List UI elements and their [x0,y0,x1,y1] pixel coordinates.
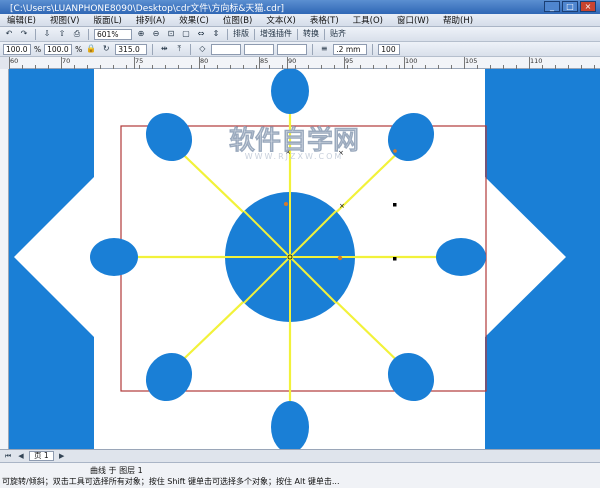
line-style-select[interactable] [244,43,275,55]
outline-width-field[interactable]: .2 mm [333,43,368,55]
ruler-label: 60 [10,57,19,65]
handle [393,257,397,261]
node-edit-icon[interactable]: ◇ [196,43,208,55]
menu-arrange[interactable]: 排列(A) [129,14,172,26]
undo-icon[interactable]: ↶ [3,28,15,40]
maximize-button[interactable]: □ [562,1,578,12]
ruler-label: 105 [465,57,478,65]
print-icon[interactable]: ⎙ [71,28,83,40]
ruler-label: 110 [530,57,543,65]
rotation-angle-field[interactable]: 315.0 [115,43,148,55]
window-title: [C:\Users\LUANPHONE8090\Desktop\cdr文件\方向… [10,4,285,14]
prev-page-icon[interactable]: ◀ [16,451,26,461]
toolbar-separator [324,28,325,40]
menu-tools[interactable]: 工具(O) [346,14,390,26]
handle [393,203,397,207]
menu-layout[interactable]: 版面(L) [86,14,128,26]
page-navigator: ⏮ ◀ 页 1 ▶ [0,449,600,462]
toolbar-separator [152,43,154,55]
typeset-button[interactable]: 排版 [233,28,249,40]
handle [337,255,343,261]
scale-width-field[interactable]: 100.0 [3,43,31,55]
ruler-label: 80 [200,57,209,65]
scale-pct-label: % [34,44,42,54]
ruler-label: 100 [405,57,418,65]
menu-bar: 编辑(E) 视图(V) 版面(L) 排列(A) 效果(C) 位图(B) 文本(X… [0,14,600,27]
zoom-page-icon[interactable]: ▢ [180,28,192,40]
first-page-icon[interactable]: ⏮ [3,451,13,461]
mirror-h-icon[interactable]: ⇹ [158,43,170,55]
end-arrow-select[interactable] [277,43,308,55]
ellipse-e [436,238,486,276]
outline-width-icon: ≡ [320,44,328,53]
mirror-v-icon[interactable]: ⤒ [173,43,185,55]
start-arrow-select[interactable] [211,43,242,55]
vertical-ruler [0,69,9,449]
watermark: 软件自学网 WWW.RJZXW.COM [229,125,360,161]
toolbar-separator [35,28,36,40]
toolbar-separator [254,28,255,40]
inner-rays [225,192,355,322]
standard-toolbar: ↶ ↷ ⇩ ⇧ ⎙ 601% ⊕ ⊖ ⊡ ▢ ⇔ ⇕ 排版 增强插件 转换 贴齐 [0,27,600,42]
export-icon[interactable]: ⇧ [56,28,68,40]
property-bar: 100.0 % 100.0 % 🔒 ↻ 315.0 ⇹ ⤒ ◇ ≡ .2 mm … [0,42,600,57]
ruler-label: 95 [345,57,354,65]
toolbar-separator [88,28,89,40]
handle: × [339,202,345,210]
ruler-label: 75 [135,57,144,65]
status-hint: 可旋转/倾斜；双击工具可选择所有对象；按住 Shift 键单击可选择多个对象；按… [2,477,340,486]
status-bar: 曲线 于 图层 1 可旋转/倾斜；双击工具可选择所有对象；按住 Shift 键单… [0,462,600,488]
menu-window[interactable]: 窗口(W) [390,14,436,26]
zoom-fit-icon[interactable]: ⊡ [165,28,177,40]
status-object-info: 曲线 于 图层 1 [90,466,143,475]
zoom-height-icon[interactable]: ⇕ [210,28,222,40]
toolbar-separator [227,28,228,40]
zoom-width-icon[interactable]: ⇔ [195,28,207,40]
ruler-label: 70 [62,57,71,65]
ellipse-w [90,238,138,276]
toolbar-separator [190,43,192,55]
rotate-icon: ↻ [102,44,110,53]
window-controls: _ □ × [544,1,596,12]
zoom-in-icon[interactable]: ⊕ [135,28,147,40]
toolbar-separator [312,43,314,55]
zoom-out-icon[interactable]: ⊖ [150,28,162,40]
drawing-canvas[interactable]: × × × 软件自学网 WWW.RJZXW.COM [9,69,600,449]
title-bar: [C:\Users\LUANPHONE8090\Desktop\cdr文件\方向… [0,0,600,14]
artwork: × × × 软件自学网 WWW.RJZXW.COM [14,69,566,449]
enhance-plugin-button[interactable]: 增强插件 [260,28,292,40]
ruler-label: 90 [288,57,297,65]
menu-table[interactable]: 表格(T) [303,14,346,26]
minimize-button[interactable]: _ [544,1,560,12]
handle [284,202,288,206]
ruler-corner [0,57,9,69]
snap-button[interactable]: 贴齐 [330,28,346,40]
handle [393,149,397,153]
ruler-label: 85 [260,57,269,65]
convert-button[interactable]: 转换 [303,28,319,40]
ellipse-n [271,69,309,114]
page-tab[interactable]: 页 1 [29,451,54,461]
menu-edit[interactable]: 编辑(E) [0,14,43,26]
redo-icon[interactable]: ↷ [18,28,30,40]
opacity-field[interactable]: 100 [378,43,401,55]
import-icon[interactable]: ⇩ [41,28,53,40]
menu-help[interactable]: 帮助(H) [436,14,480,26]
watermark-sub: WWW.RJZXW.COM [245,152,344,161]
menu-view[interactable]: 视图(V) [43,14,86,26]
toolbar-separator [297,28,298,40]
menu-text[interactable]: 文本(X) [259,14,302,26]
next-page-icon[interactable]: ▶ [57,451,67,461]
menu-effects[interactable]: 效果(C) [172,14,216,26]
horizontal-ruler: 60 70 75 80 85 90 95 100 105 110 [9,57,600,69]
menu-bitmaps[interactable]: 位图(B) [216,14,259,26]
lock-ratio-icon[interactable]: 🔒 [85,43,97,55]
scale-height-field[interactable]: 100.0 [44,43,73,55]
zoom-level-field[interactable]: 601% [94,28,132,40]
toolbar-separator [372,43,374,55]
close-button[interactable]: × [580,1,596,12]
scale-pct-label: % [75,44,83,54]
